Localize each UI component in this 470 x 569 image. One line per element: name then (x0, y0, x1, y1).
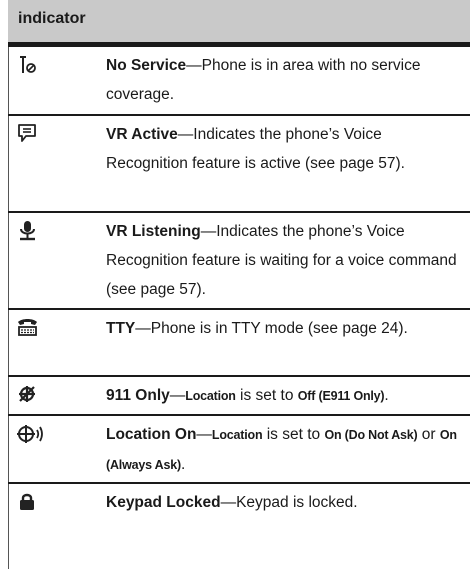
row-title: Location On (106, 426, 197, 443)
row-text: Keypad Locked—Keypad is locked. (106, 488, 462, 517)
row-text: VR Listening—Indicates the phone’s Voice… (106, 217, 462, 304)
location-on-icon (16, 422, 43, 446)
setting-keyword: Location (211, 428, 263, 442)
row-text: Location On—Location is set to On (Do No… (106, 420, 462, 480)
setting-keyword: Off (E911 Only) (297, 389, 385, 403)
table-row: Location On—Location is set to On (Do No… (8, 416, 470, 484)
row-description-part: . (384, 387, 389, 404)
indicator-table: indicator No Service—Phone is in area wi… (0, 0, 470, 569)
row-title: 911 Only (106, 387, 170, 404)
row-description-part: — (196, 426, 212, 443)
row-text: TTY—Phone is in TTY mode (see page 24). (106, 314, 462, 343)
table-header: indicator (8, 0, 470, 47)
lock-icon (16, 490, 40, 514)
table-row: VR Active—Indicates the phone’s Voice Re… (8, 116, 470, 213)
row-description-part: is set to (235, 387, 298, 404)
row-description: —Keypad is locked. (220, 494, 358, 511)
row-description-part: or (417, 426, 440, 443)
table-row: TTY—Phone is in TTY mode (see page 24). (8, 310, 470, 377)
table-row: 911 Only—Location is set to Off (E911 On… (8, 377, 470, 416)
row-title: TTY (106, 320, 136, 337)
setting-keyword: Location (185, 389, 236, 403)
row-text: 911 Only—Location is set to Off (E911 On… (106, 381, 462, 411)
microphone-icon (16, 219, 40, 243)
table-row: Keypad Locked—Keypad is locked. (8, 484, 470, 524)
row-description-part: . (180, 456, 186, 473)
header-label: indicator (18, 10, 86, 27)
tty-icon (16, 316, 40, 340)
table-row: VR Listening—Indicates the phone’s Voice… (8, 213, 470, 310)
voice-recognition-active-icon (16, 122, 40, 146)
row-title: VR Active (106, 126, 178, 143)
row-description-part: is set to (262, 426, 325, 443)
setting-keyword: On (Do Not Ask) (324, 428, 418, 442)
row-description: —Phone is in TTY mode (see page 24). (135, 320, 408, 337)
row-title: Keypad Locked (106, 494, 221, 511)
table-row: No Service—Phone is in area with no serv… (8, 47, 470, 116)
row-text: No Service—Phone is in area with no serv… (106, 51, 462, 109)
row-title: VR Listening (106, 223, 201, 240)
no-service-icon (16, 53, 40, 77)
row-title: No Service (106, 57, 187, 74)
row-text: VR Active—Indicates the phone’s Voice Re… (106, 120, 462, 178)
row-description-part: — (169, 387, 186, 404)
location-off-icon (16, 383, 40, 407)
